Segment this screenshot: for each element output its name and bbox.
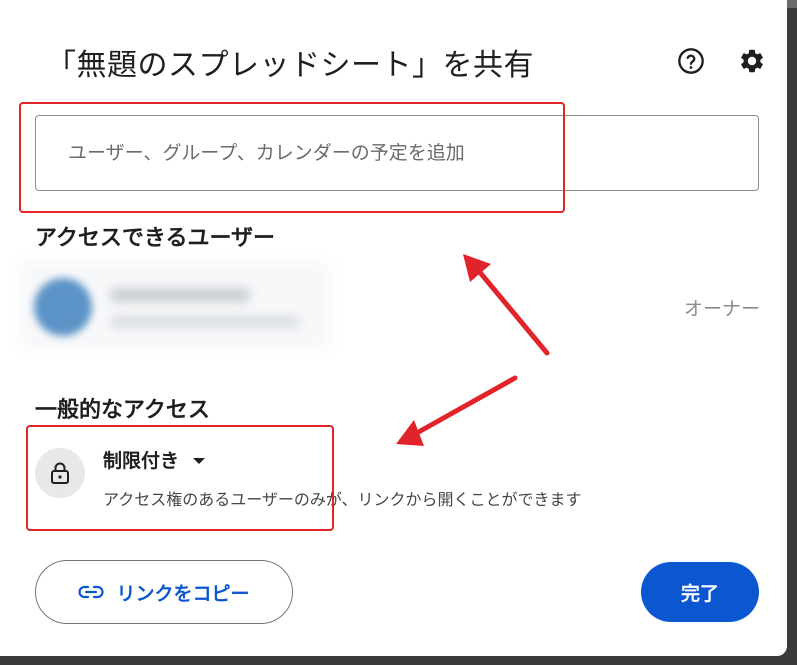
lock-icon-container <box>35 448 85 498</box>
avatar <box>34 278 92 336</box>
people-section-title: アクセスできるユーザー <box>35 226 276 251</box>
general-access-mode: 制限付き <box>103 450 180 472</box>
owner-role-label: オーナー <box>683 298 760 320</box>
general-access-description: アクセス権のあるユーザーのみが、リンクから開くことができます <box>103 490 582 509</box>
copy-link-label: リンクをコピー <box>116 582 250 605</box>
add-people-input[interactable] <box>35 115 759 191</box>
caret-down-icon <box>193 458 206 464</box>
share-dialog: 「無題のスプレッドシート」を共有 アクセスできるユーザー オーナー 一般的なアク… <box>0 0 787 656</box>
annotation-arrow-left <box>396 375 518 446</box>
done-label: 完了 <box>680 582 719 605</box>
help-circle-icon <box>678 48 704 74</box>
general-access-title: 一般的なアクセス <box>35 398 210 423</box>
settings-button[interactable] <box>735 44 769 78</box>
redacted-user-name <box>110 288 250 302</box>
link-icon <box>78 585 105 599</box>
redacted-user-email <box>110 316 300 328</box>
general-access-dropdown[interactable]: 制限付き <box>103 446 206 473</box>
dialog-title: 「無題のスプレッドシート」を共有 <box>46 48 534 83</box>
gear-icon <box>741 49 763 73</box>
copy-link-button[interactable]: リンクをコピー <box>35 560 293 624</box>
lock-icon <box>51 462 69 484</box>
done-button[interactable]: 完了 <box>641 562 759 622</box>
user-row-owner: オーナー <box>20 262 760 350</box>
help-button[interactable] <box>674 44 708 78</box>
